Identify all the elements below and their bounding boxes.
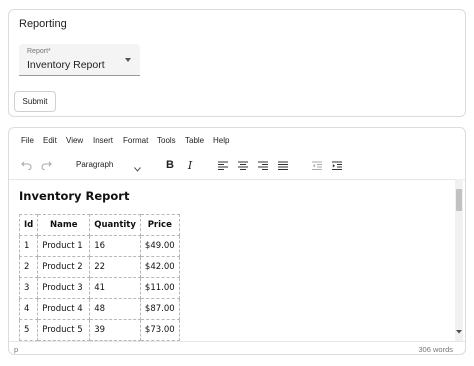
table-cell: $49.00 [139,235,180,257]
table-row: 2 Product 2 22 $42.00 [18,256,180,278]
menu-tools[interactable]: Tools [157,136,176,145]
table-cell: 16 [89,235,141,257]
reporting-card: Reporting Report* Inventory Report Submi… [8,9,466,117]
table-header-cell: Price [139,214,180,236]
table-cell: 3 [18,277,39,299]
editor-statusbar: p 306 words [9,341,465,354]
menu-help[interactable]: Help [213,136,229,145]
submit-button[interactable]: Submit [14,91,56,112]
table-cell: Product 3 [37,277,91,299]
table-cell: 2 [18,256,39,278]
table-cell: 4 [18,298,39,320]
vertical-scrollbar[interactable] [455,179,463,341]
table-cell: $73.00 [139,319,180,341]
table-cell: $11.00 [139,277,180,299]
menu-file[interactable]: File [21,136,34,145]
word-count[interactable]: 306 words [418,345,453,354]
scrollbar-thumb[interactable] [456,189,462,211]
table-cell: Product 2 [37,256,91,278]
table-cell: $42.00 [139,256,180,278]
table-row: 3 Product 3 41 $11.00 [18,277,180,299]
bold-icon[interactable]: B [163,156,177,174]
menubar: File Edit View Insert Format Tools Table… [9,136,465,150]
indent-icon[interactable] [330,156,344,174]
inventory-table: Id Name Quantity Price 1 Product 1 16 $4… [18,214,180,341]
format-toolbar: B I [9,156,465,174]
table-cell: Product 4 [37,298,91,320]
justify-icon[interactable] [276,156,290,174]
table-cell: 1 [18,235,39,257]
table-cell: 22 [89,256,141,278]
align-right-icon[interactable] [256,156,270,174]
report-select-label: Report* [27,48,51,55]
card-title: Reporting [19,18,67,30]
table-cell: 39 [89,319,141,341]
editor-content-area[interactable]: Inventory Report Id Name Quantity Price … [9,179,465,341]
table-header-cell: Name [37,214,91,236]
table-cell: 41 [89,277,141,299]
element-path[interactable]: p [14,345,18,354]
menu-edit[interactable]: Edit [43,136,57,145]
menu-format[interactable]: Format [123,136,148,145]
table-cell: 48 [89,298,141,320]
report-select[interactable]: Report* Inventory Report [19,44,140,76]
align-left-icon[interactable] [216,156,230,174]
table-header-cell: Id [18,214,39,236]
caret-down-icon [125,58,131,62]
table-header-cell: Quantity [89,214,141,236]
table-cell: Product 1 [37,235,91,257]
italic-icon[interactable]: I [183,156,197,174]
table-row: 4 Product 4 48 $87.00 [18,298,180,320]
table-header-row: Id Name Quantity Price [18,214,180,236]
outdent-icon[interactable] [310,156,324,174]
menu-table[interactable]: Table [185,136,204,145]
menu-insert[interactable]: Insert [93,136,113,145]
report-select-value: Inventory Report [27,59,105,71]
table-cell: $87.00 [139,298,180,320]
table-row: 5 Product 5 39 $73.00 [18,319,180,341]
menu-view[interactable]: View [66,136,83,145]
table-cell: Product 5 [37,319,91,341]
scroll-down-arrow-icon[interactable] [456,321,462,339]
document-heading: Inventory Report [19,189,130,203]
table-cell: 5 [18,319,39,341]
rich-text-editor: File Edit View Insert Format Tools Table… [8,127,466,355]
table-row: 1 Product 1 16 $49.00 [18,235,180,257]
align-center-icon[interactable] [236,156,250,174]
